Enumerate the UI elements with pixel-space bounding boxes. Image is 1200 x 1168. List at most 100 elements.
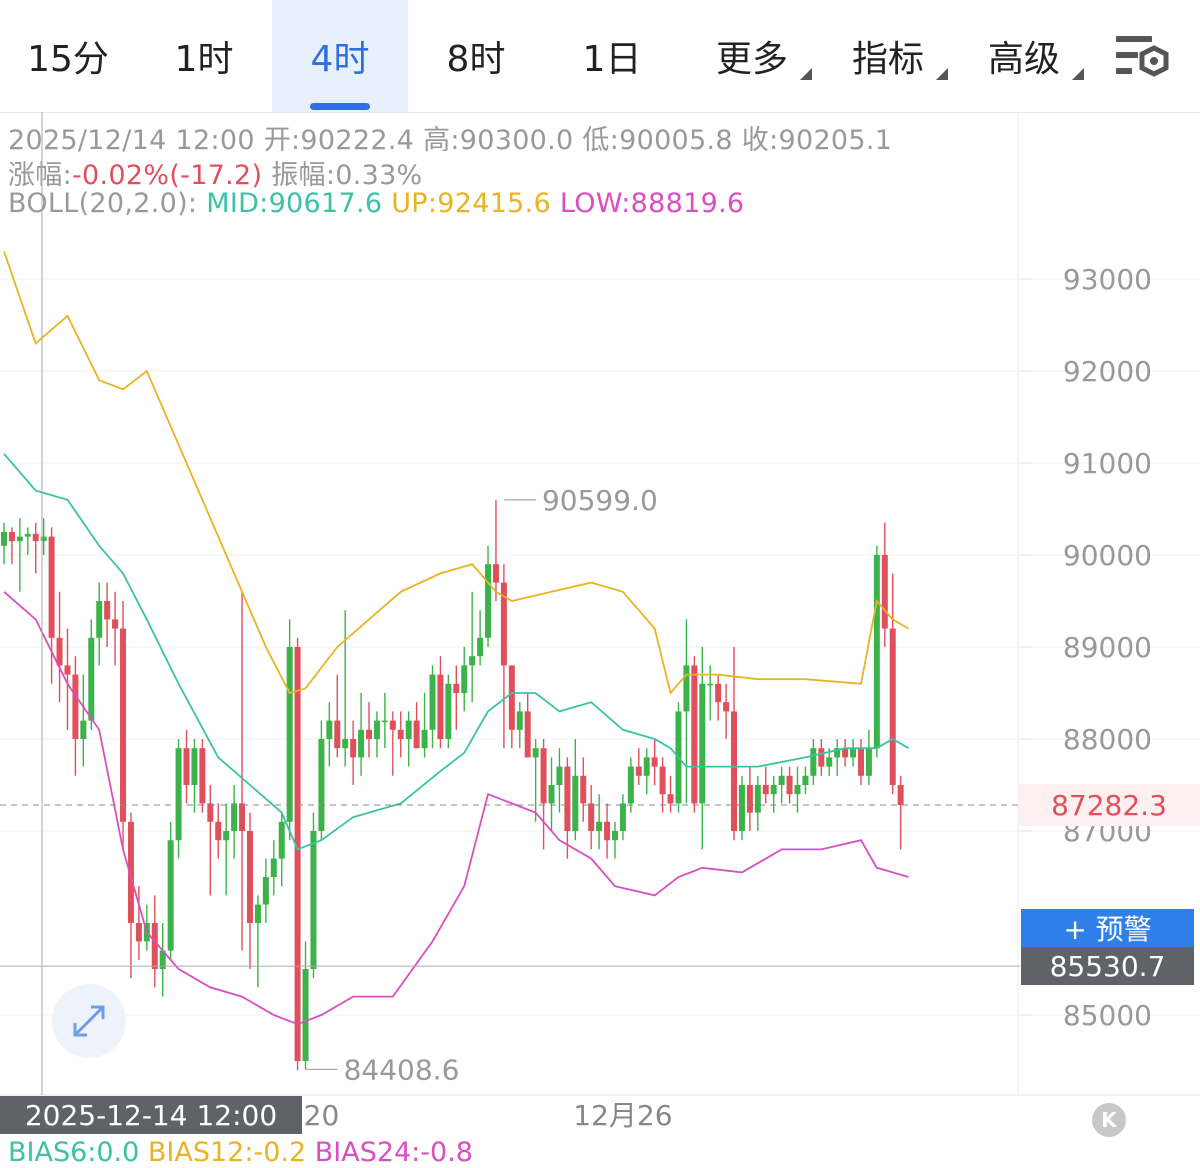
candle-body bbox=[96, 601, 103, 638]
tab-8h[interactable]: 8时 bbox=[408, 0, 544, 112]
tab-label: 4时 bbox=[310, 39, 370, 80]
candle-body bbox=[32, 533, 39, 542]
add-alert-button[interactable]: + 预警 bbox=[1021, 909, 1194, 947]
tab-4h[interactable]: 4时 bbox=[272, 0, 408, 112]
bias12-value: BIAS12:-0.2 bbox=[147, 1137, 307, 1168]
boll-lower-line bbox=[3, 591, 909, 1026]
candle-body bbox=[421, 729, 428, 749]
tab-label: 1日 bbox=[582, 39, 642, 80]
tab-label: 8时 bbox=[446, 39, 506, 80]
tab-more[interactable]: 更多 bbox=[690, 0, 814, 112]
candle-body bbox=[508, 665, 515, 730]
tab-1d[interactable]: 1日 bbox=[544, 0, 680, 112]
candle-body bbox=[246, 831, 253, 923]
candle-body bbox=[540, 748, 547, 804]
tab-1h[interactable]: 1时 bbox=[136, 0, 272, 112]
x-tick-label: 12月26 bbox=[573, 1099, 672, 1132]
bias-line: BIAS6:0.0 BIAS12:-0.2 BIAS24:-0.8 bbox=[8, 1137, 473, 1168]
candle-body bbox=[223, 831, 230, 841]
candle-body bbox=[643, 757, 650, 776]
tab-advanced[interactable]: 高级 bbox=[962, 0, 1086, 112]
chart-settings-icon[interactable] bbox=[1112, 30, 1176, 84]
candle-body bbox=[334, 720, 341, 749]
candle-body bbox=[865, 748, 872, 776]
crosshair-price-label: 85530.7 bbox=[1021, 947, 1194, 985]
candle-body bbox=[715, 683, 722, 703]
candle-body bbox=[778, 775, 785, 785]
candle-body bbox=[770, 785, 777, 795]
candle-body bbox=[294, 647, 301, 1061]
candle-body bbox=[207, 803, 214, 822]
candle-body bbox=[619, 803, 626, 831]
tab-15m[interactable]: 15分 bbox=[0, 0, 136, 112]
candle-body bbox=[175, 748, 182, 841]
candle-body bbox=[191, 748, 198, 785]
candle-body bbox=[731, 711, 738, 831]
candle-body bbox=[532, 748, 539, 758]
candle-body bbox=[231, 803, 238, 831]
candle-body bbox=[485, 564, 492, 638]
tab-label: 更多 bbox=[715, 39, 788, 80]
boll-upper-line bbox=[3, 251, 910, 695]
candle-body bbox=[389, 720, 396, 730]
candle-body bbox=[16, 536, 23, 542]
candle-body bbox=[183, 748, 190, 785]
candlestick-chart[interactable]: 9300092000910009000089000880008700085000… bbox=[0, 112, 1200, 1137]
candle-body bbox=[897, 785, 904, 806]
candle-body bbox=[611, 831, 618, 841]
candle-body bbox=[8, 532, 15, 542]
candle-body bbox=[413, 720, 420, 749]
candle-body bbox=[437, 674, 444, 739]
candle-body bbox=[857, 748, 864, 776]
candle-body bbox=[199, 748, 206, 804]
candle-body bbox=[699, 683, 706, 804]
candle-body bbox=[786, 775, 793, 795]
candle-body bbox=[667, 794, 674, 804]
candle-body bbox=[627, 766, 634, 804]
candle-body bbox=[215, 821, 222, 841]
candle-body bbox=[405, 720, 412, 739]
tab-label: 15分 bbox=[27, 39, 109, 80]
candle-body bbox=[850, 748, 857, 758]
kline-mode-icon[interactable]: K bbox=[1092, 1103, 1126, 1137]
candle-body bbox=[286, 647, 293, 822]
candle-body bbox=[366, 729, 373, 739]
y-tick-label: 93000 bbox=[1063, 263, 1152, 296]
candle-body bbox=[548, 785, 555, 804]
candle-body bbox=[135, 923, 142, 942]
candle-body bbox=[278, 821, 285, 859]
candle-body bbox=[651, 757, 658, 767]
candle-body bbox=[151, 923, 158, 969]
candle-body bbox=[492, 564, 499, 583]
candle-body bbox=[826, 757, 833, 767]
candle-body bbox=[659, 766, 666, 795]
candle-body bbox=[477, 637, 484, 657]
y-tick-label: 89000 bbox=[1063, 631, 1152, 664]
candle-body bbox=[588, 803, 595, 831]
candle-body bbox=[564, 766, 571, 831]
y-tick-label: 91000 bbox=[1063, 447, 1152, 480]
candle-body bbox=[762, 785, 769, 795]
y-tick-label: 85000 bbox=[1063, 999, 1152, 1032]
candle-body bbox=[350, 739, 357, 758]
candle-body bbox=[112, 619, 119, 629]
tab-indicators[interactable]: 指标 bbox=[826, 0, 950, 112]
candle-body bbox=[310, 831, 317, 969]
candle-body bbox=[889, 628, 896, 785]
expand-icon[interactable] bbox=[52, 984, 126, 1058]
dropdown-triangle-icon bbox=[1072, 68, 1084, 80]
candle-body bbox=[802, 775, 809, 785]
candle-body bbox=[373, 720, 380, 739]
dropdown-triangle-icon bbox=[936, 68, 948, 80]
candle-body bbox=[397, 729, 404, 739]
candle-body bbox=[635, 766, 642, 776]
candle-body bbox=[254, 904, 261, 923]
candle-body bbox=[754, 785, 761, 813]
candle-body bbox=[342, 739, 349, 749]
candle-body bbox=[318, 739, 325, 831]
candle-body bbox=[64, 665, 71, 675]
candle-body bbox=[80, 720, 87, 739]
candle-body bbox=[48, 536, 55, 638]
candle-body bbox=[572, 775, 579, 831]
y-tick-label: 90000 bbox=[1063, 539, 1152, 572]
